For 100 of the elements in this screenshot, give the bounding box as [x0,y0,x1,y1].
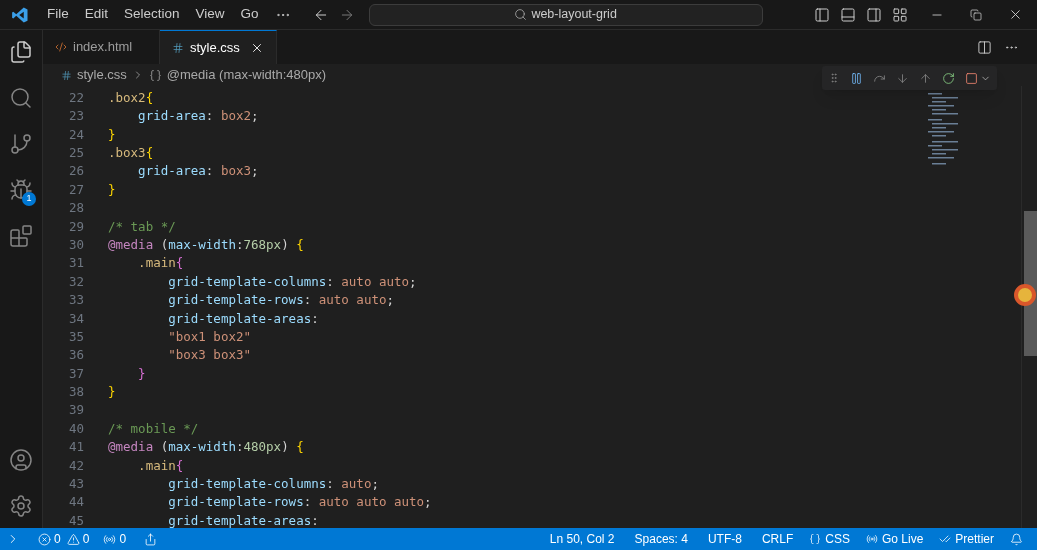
line-number: 33 [67,291,84,310]
menu-item[interactable]: Edit [76,4,117,25]
line-number: 25 [67,144,84,162]
share-icon[interactable] [144,532,158,546]
layout-icon[interactable] [892,6,908,23]
menu-item[interactable]: View [187,4,233,25]
go-live-button[interactable]: Go Live [881,530,924,548]
code-line: } [108,383,116,402]
search-icon[interactable] [9,86,33,110]
encoding-setting[interactable]: UTF-8 [707,530,742,548]
search-icon [514,8,528,21]
panel-bottom-icon[interactable] [840,6,856,23]
line-number: 43 [67,475,84,494]
step-into-icon[interactable] [896,71,909,85]
code-line: grid-area: box2; [137,107,259,126]
code-line: grid-template-columns: auto auto; [167,272,417,291]
line-number: 29 [67,217,84,236]
settings-icon[interactable] [9,494,33,518]
step-out-icon[interactable] [919,71,932,85]
breadcrumb-item[interactable]: style.css [77,65,127,85]
panel-right-icon[interactable] [866,6,882,23]
menu-item[interactable]: Go [232,4,267,25]
line-number: 36 [67,346,84,365]
code-line: grid-area: box3; [137,162,259,181]
extensions-icon[interactable] [9,224,33,248]
stop-icon[interactable] [965,71,978,85]
line-number: 28 [67,199,84,218]
line-number: 34 [67,309,84,328]
code-line: .main{ [137,456,184,475]
tab-label: index.html [73,38,133,57]
line-number: 42 [67,456,84,475]
code-line: @media (max-width:480px) { [108,438,304,457]
editor-tab[interactable]: style.css [160,30,277,64]
code-line: /* mobile */ [108,419,199,438]
hash-icon [61,69,72,81]
line-ending-setting[interactable]: CRLF [761,530,794,548]
click-highlight-icon [1014,284,1036,306]
panel-left-icon[interactable] [814,6,830,23]
bell-icon[interactable] [1010,532,1023,546]
line-number: 26 [67,162,84,181]
line-number: 39 [67,401,84,420]
code-line: grid-template-rows: auto auto; [167,291,394,310]
breadcrumb-item[interactable]: @media (max-width:480px) [166,65,326,85]
braces-icon [148,68,162,82]
code-line: grid-template-areas: [167,511,319,530]
line-number: 31 [67,254,84,273]
line-number: 45 [67,511,84,530]
tab-label: style.css [190,38,240,57]
hash-icon [172,41,184,54]
code-line: } [108,180,116,199]
code-line: /* tab */ [108,217,176,236]
code-line: @media (max-width:768px) { [108,235,304,254]
warning-icon [66,532,80,546]
code-line: .main{ [137,254,184,273]
scrollbar-thumb[interactable] [1024,211,1037,356]
notification-badge: 1 [22,192,36,206]
editor-logo-icon [11,5,29,24]
code-line: grid-template-columns: auto; [167,475,379,494]
line-number: 38 [67,383,84,402]
command-center-field[interactable]: web-layout-grid [368,3,763,26]
account-icon[interactable] [9,448,33,472]
port-count[interactable]: 0 [119,530,127,548]
git-branch-icon[interactable] [9,132,33,156]
line-number: 27 [67,180,84,199]
error-count[interactable]: 0 [54,530,61,548]
line-number: 30 [67,235,84,254]
code-icon [55,41,67,53]
code-line: grid-template-rows: auto auto auto; [167,493,432,512]
formatter-status[interactable]: Prettier [955,530,994,548]
line-number: 22 [67,88,84,107]
menu-item[interactable]: Selection [116,4,188,25]
bug-icon[interactable] [9,178,33,202]
double-check-icon [939,533,952,545]
code-line: .box2{ [108,88,154,107]
code-line: "box1 box2" [167,327,251,346]
code-line: } [108,125,116,144]
broadcast-icon [865,533,878,545]
close-icon[interactable] [1008,7,1023,22]
menu-item[interactable]: File [39,4,77,25]
line-number: 23 [67,107,84,126]
cursor-position[interactable]: Ln 50, Col 2 [549,530,615,548]
code-line: .box3{ [108,144,154,162]
code-line: grid-template-areas: [167,309,319,328]
indentation-setting[interactable]: Spaces: 4 [634,530,688,548]
restore-icon[interactable] [970,8,982,21]
pause-icon[interactable] [850,71,863,85]
line-number: 24 [67,125,84,144]
split-editor-icon[interactable] [977,39,992,55]
code-line: "box3 box3" [167,346,251,365]
braces-icon [809,533,822,545]
restart-icon[interactable] [942,71,955,85]
line-number: 44 [67,493,84,512]
workspace-name: web-layout-grid [531,6,617,24]
files-icon[interactable] [9,40,33,64]
error-icon [38,532,51,546]
line-number: 32 [67,272,84,291]
warning-count[interactable]: 0 [82,530,90,548]
language-mode[interactable]: CSS [825,530,850,548]
line-number: 41 [67,438,84,457]
grip-icon[interactable] [828,72,840,84]
